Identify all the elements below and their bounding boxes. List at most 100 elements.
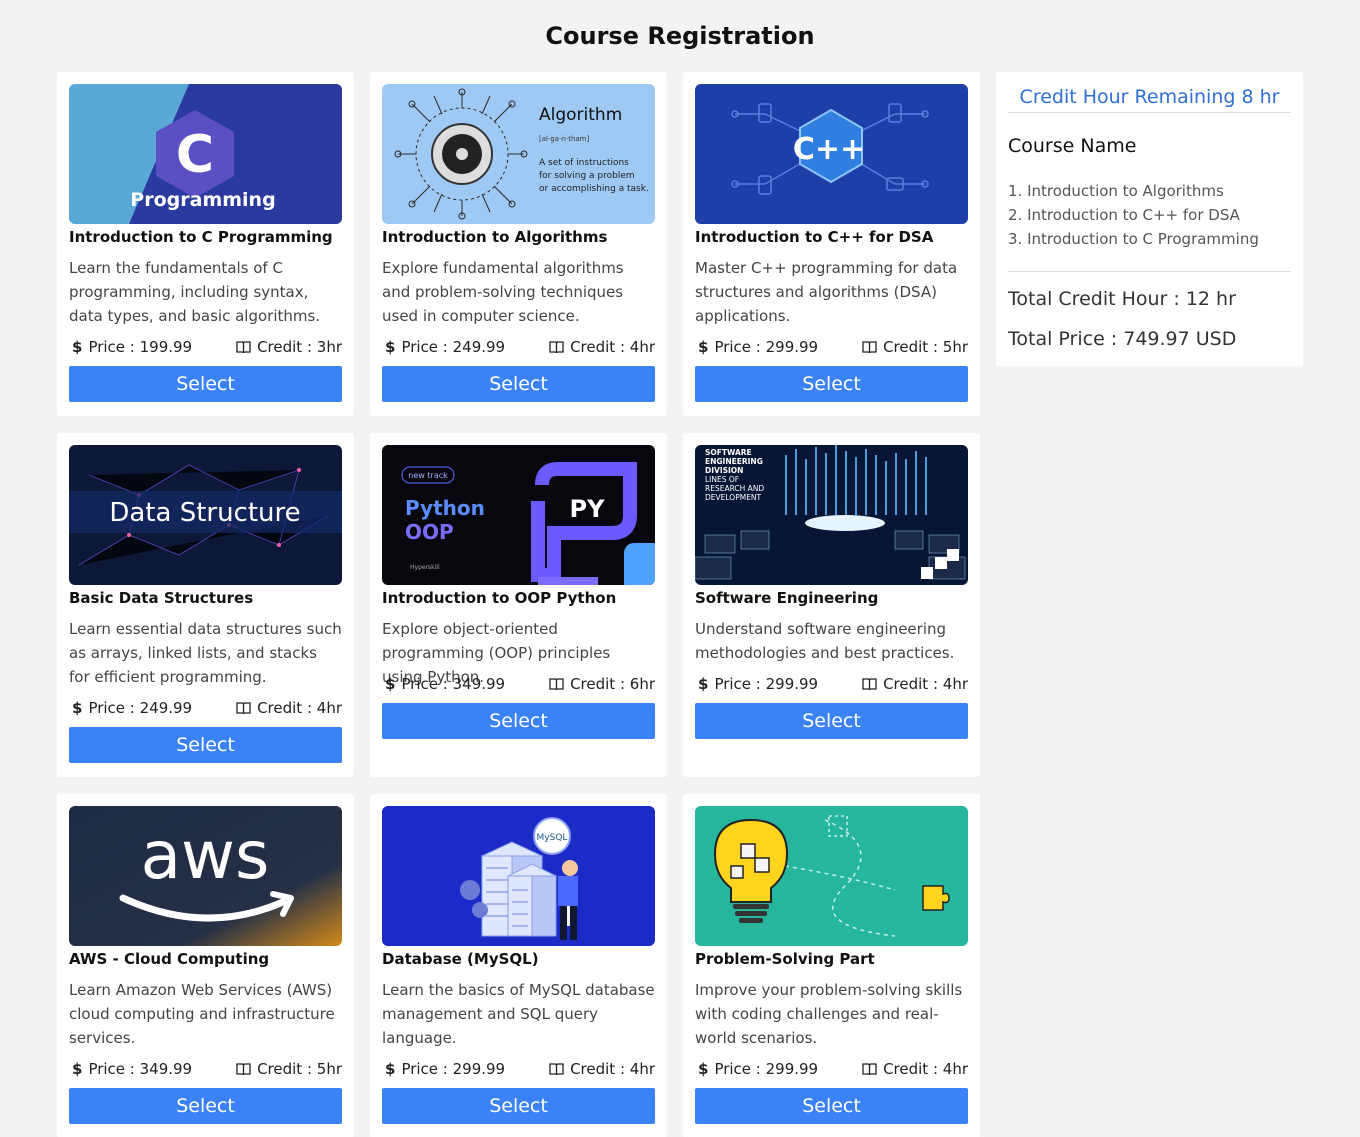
price-label: Price : 299.99 xyxy=(714,1060,819,1078)
course-card: SOFTWARE ENGINEERING DIVISION LINES OF R… xyxy=(683,433,980,777)
course-card: aws AWS - Cloud Computing Learn Amazon W… xyxy=(57,794,354,1137)
svg-text:OOP: OOP xyxy=(405,520,454,544)
course-description: Learn the basics of MySQL database manag… xyxy=(382,981,655,1047)
svg-text:ENGINEERING: ENGINEERING xyxy=(705,457,763,466)
credit: Credit : 4hr xyxy=(236,699,342,717)
dollar-icon: $ xyxy=(72,338,83,356)
svg-text:or accomplishing a task.: or accomplishing a task. xyxy=(539,184,649,194)
selected-course-item: 2. Introduction to C++ for DSA xyxy=(1008,206,1240,224)
select-button[interactable]: Select xyxy=(382,366,655,402)
credit: Credit : 4hr xyxy=(862,1060,968,1078)
book-icon xyxy=(862,1062,877,1075)
svg-text:new track: new track xyxy=(408,471,448,480)
algorithm-image: Algorithm [al·ga·ri·tham] A set of instr… xyxy=(382,84,655,224)
data-structure-image: Data Structure xyxy=(69,445,342,585)
page-title: Course Registration xyxy=(545,22,815,50)
credit-label: Credit : 5hr xyxy=(257,1060,342,1078)
price-label: Price : 199.99 xyxy=(88,338,193,356)
svg-text:Data Structure: Data Structure xyxy=(109,498,300,528)
course-meta: $ Price : 349.99 Credit : 5hr xyxy=(69,1058,342,1080)
svg-text:LINES OF: LINES OF xyxy=(705,475,739,484)
course-title: Introduction to C Programming xyxy=(69,228,333,246)
select-button[interactable]: Select xyxy=(69,1088,342,1124)
course-title: Introduction to C++ for DSA xyxy=(695,228,934,246)
svg-text:DEVELOPMENT: DEVELOPMENT xyxy=(705,493,762,502)
select-button[interactable]: Select xyxy=(695,703,968,739)
svg-text:C++: C++ xyxy=(793,132,865,167)
software-engineering-image: SOFTWARE ENGINEERING DIVISION LINES OF R… xyxy=(695,445,968,585)
credit: Credit : 6hr xyxy=(549,675,655,693)
credit-label: Credit : 4hr xyxy=(883,1060,968,1078)
book-icon xyxy=(549,677,564,690)
svg-text:PY: PY xyxy=(570,495,606,523)
credit-label: Credit : 4hr xyxy=(883,675,968,693)
svg-text:for solving a problem: for solving a problem xyxy=(539,171,635,181)
course-title: Introduction to Algorithms xyxy=(382,228,608,246)
book-icon xyxy=(549,1062,564,1075)
select-button[interactable]: Select xyxy=(695,366,968,402)
price: $ Price : 349.99 xyxy=(382,675,505,693)
credit: Credit : 4hr xyxy=(549,338,655,356)
svg-text:SOFTWARE: SOFTWARE xyxy=(705,448,752,457)
selected-course-item: 3. Introduction to C Programming xyxy=(1008,230,1259,248)
svg-text:aws: aws xyxy=(141,817,270,894)
svg-text:DIVISION: DIVISION xyxy=(705,466,743,475)
credit: Credit : 4hr xyxy=(862,675,968,693)
price: $ Price : 349.99 xyxy=(69,1060,192,1078)
svg-text:Algorithm: Algorithm xyxy=(539,105,622,125)
dollar-icon: $ xyxy=(385,1060,396,1078)
credit-label: Credit : 6hr xyxy=(570,675,655,693)
course-meta: $ Price : 199.99 Credit : 3hr xyxy=(69,336,342,358)
book-icon xyxy=(236,1062,251,1075)
dollar-icon: $ xyxy=(385,675,396,693)
course-card: Problem-Solving Part Improve your proble… xyxy=(683,794,980,1137)
price-label: Price : 349.99 xyxy=(88,1060,193,1078)
svg-text:MySQL: MySQL xyxy=(537,833,568,843)
dollar-icon: $ xyxy=(698,675,709,693)
price-label: Price : 249.99 xyxy=(401,338,506,356)
course-meta: $ Price : 299.99 Credit : 4hr xyxy=(695,1058,968,1080)
c-programming-image: C Programming xyxy=(69,84,342,224)
select-button[interactable]: Select xyxy=(69,366,342,402)
course-meta: $ Price : 349.99 Credit : 6hr xyxy=(382,673,655,695)
course-title: Database (MySQL) xyxy=(382,950,539,968)
python-oop-image: new track Python OOP Hyperskill PY xyxy=(382,445,655,585)
dollar-icon: $ xyxy=(698,1060,709,1078)
course-meta: $ Price : 299.99 Credit : 4hr xyxy=(695,673,968,695)
svg-text:Programming: Programming xyxy=(130,189,275,211)
price: $ Price : 249.99 xyxy=(69,699,192,717)
course-description: Learn Amazon Web Services (AWS) cloud co… xyxy=(69,981,335,1047)
course-meta: $ Price : 249.99 Credit : 4hr xyxy=(382,336,655,358)
problem-solving-image xyxy=(695,806,968,946)
mysql-image: MySQL xyxy=(382,806,655,946)
course-title: Software Engineering xyxy=(695,589,879,607)
course-meta: $ Price : 249.99 Credit : 4hr xyxy=(69,697,342,719)
course-name-heading: Course Name xyxy=(1008,135,1137,157)
credit: Credit : 3hr xyxy=(236,338,342,356)
course-description: Improve your problem-solving skills with… xyxy=(695,981,963,1047)
price-label: Price : 299.99 xyxy=(714,675,819,693)
select-button[interactable]: Select xyxy=(69,727,342,763)
credit-label: Credit : 5hr xyxy=(883,338,968,356)
credit: Credit : 4hr xyxy=(549,1060,655,1078)
course-meta: $ Price : 299.99 Credit : 5hr xyxy=(695,336,968,358)
course-card: MySQL Database (MySQL) Learn the basics … xyxy=(370,794,667,1137)
select-button[interactable]: Select xyxy=(382,703,655,739)
dollar-icon: $ xyxy=(385,338,396,356)
svg-text:A set of instructions: A set of instructions xyxy=(539,158,629,168)
dollar-icon: $ xyxy=(72,1060,83,1078)
select-button[interactable]: Select xyxy=(695,1088,968,1124)
course-card: C Programming Introduction to C Programm… xyxy=(57,72,354,416)
credit: Credit : 5hr xyxy=(862,338,968,356)
credit-label: Credit : 4hr xyxy=(257,699,342,717)
svg-text:C: C xyxy=(176,125,214,185)
course-meta: $ Price : 299.99 Credit : 4hr xyxy=(382,1058,655,1080)
price: $ Price : 299.99 xyxy=(695,675,818,693)
select-button[interactable]: Select xyxy=(382,1088,655,1124)
course-title: Problem-Solving Part xyxy=(695,950,875,968)
course-card: new track Python OOP Hyperskill PY Intro… xyxy=(370,433,667,777)
course-description: Explore object-oriented programming (OOP… xyxy=(382,620,611,686)
cpp-image: C++ xyxy=(695,84,968,224)
dollar-icon: $ xyxy=(698,338,709,356)
price-label: Price : 349.99 xyxy=(401,675,506,693)
